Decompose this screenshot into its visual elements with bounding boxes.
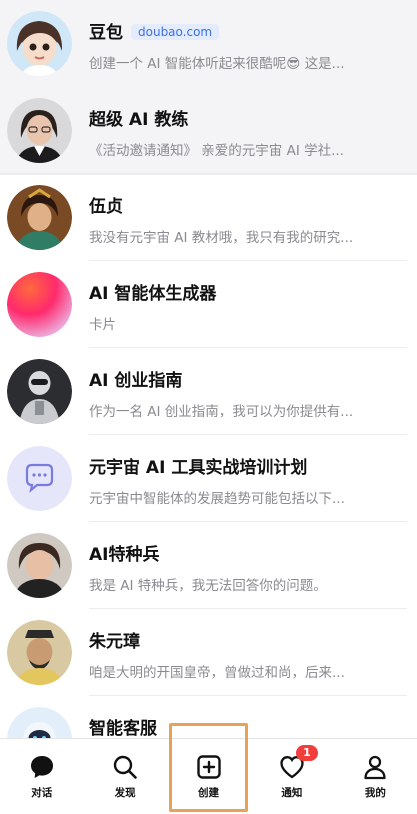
avatar-wuzhen: [7, 185, 72, 250]
chat-name: 智能客服: [89, 719, 157, 738]
chat-preview: 卡片: [89, 317, 116, 333]
tab-notifications[interactable]: 1 通知: [250, 739, 333, 814]
notification-count-badge: 1: [295, 745, 318, 761]
chat-item-doubao[interactable]: 豆包 doubao.com 创建一个 AI 智能体听起来很酷呢😎 这是...: [0, 0, 417, 87]
chat-preview: 创建一个 AI 智能体听起来很酷呢😎 这是...: [89, 56, 345, 72]
tab-chat[interactable]: 对话: [0, 739, 83, 814]
chat-preview: 我是 AI 特种兵，我无法回答你的问题。: [89, 578, 327, 594]
avatar-ai-special-forces: [7, 533, 72, 598]
person-icon: [361, 753, 389, 781]
chat-preview: 作为一名 AI 创业指南，我可以为你提供有...: [89, 404, 354, 420]
search-icon: [111, 753, 139, 781]
tab-label: 创建: [198, 787, 220, 799]
chat-name: 伍贞: [89, 197, 123, 217]
chat-item-zhu-yuanzhang[interactable]: 朱元璋 咱是大明的开国皇帝，曾做过和尚，后来...: [0, 609, 417, 696]
tab-label: 对话: [31, 787, 53, 799]
chat-item-wuzhen[interactable]: 伍贞 我没有元宇宙 AI 教材哦，我只有我的研究...: [0, 174, 417, 261]
tab-profile[interactable]: 我的: [334, 739, 417, 814]
website-badge[interactable]: doubao.com: [131, 24, 220, 40]
chat-preview: 我没有元宇宙 AI 教材哦，我只有我的研究...: [89, 230, 354, 246]
avatar-ai-startup-guide: [7, 359, 72, 424]
chat-bubble-icon: [28, 753, 56, 781]
chat-item-metaverse-training-plan[interactable]: 元宇宙 AI 工具实战培训计划 元宇宙中智能体的发展趋势可能包括以下...: [0, 435, 417, 522]
chat-item-smart-customer-service[interactable]: 智能客服: [0, 696, 417, 738]
chat-name: 超级 AI 教练: [89, 110, 189, 130]
chat-name: 朱元璋: [89, 632, 140, 652]
chat-name: 豆包 doubao.com: [89, 18, 220, 43]
chat-name: 元宇宙 AI 工具实战培训计划: [89, 458, 308, 478]
avatar-ai-agent-generator: [7, 272, 72, 337]
chat-preview: 咱是大明的开国皇帝，曾做过和尚，后来...: [89, 665, 345, 681]
tab-label: 发现: [114, 787, 136, 799]
chat-name: AI特种兵: [89, 545, 160, 565]
tab-discover[interactable]: 发现: [83, 739, 166, 814]
chat-item-ai-special-forces[interactable]: AI特种兵 我是 AI 特种兵，我无法回答你的问题。: [0, 522, 417, 609]
tab-create[interactable]: 创建: [167, 723, 250, 814]
chat-item-ai-agent-generator[interactable]: AI 智能体生成器 卡片: [0, 261, 417, 348]
tab-label: 通知: [281, 787, 303, 799]
plus-square-icon: [195, 753, 223, 781]
chat-preview: 元宇宙中智能体的发展趋势可能包括以下...: [89, 491, 345, 507]
avatar-zhu-yuanzhang: [7, 620, 72, 685]
chat-preview: 《活动邀请通知》 亲爱的元宇宙 AI 学社...: [89, 143, 344, 159]
tab-label: 我的: [364, 787, 386, 799]
avatar-doubao: [7, 11, 72, 76]
avatar-smart-customer-service: [7, 707, 72, 738]
avatar-super-ai-coach: [7, 98, 72, 163]
bottom-tab-bar: 对话 发现 创建 1 通知 我的: [0, 723, 417, 814]
chat-item-ai-startup-guide[interactable]: AI 创业指南 作为一名 AI 创业指南，我可以为你提供有...: [0, 348, 417, 435]
chat-name: AI 创业指南: [89, 371, 183, 391]
chat-item-super-ai-coach[interactable]: 超级 AI 教练 《活动邀请通知》 亲爱的元宇宙 AI 学社...: [0, 87, 417, 174]
avatar-chat-bubble: [7, 446, 72, 511]
chat-name: AI 智能体生成器: [89, 284, 217, 304]
chat-list: 豆包 doubao.com 创建一个 AI 智能体听起来很酷呢😎 这是... 超级…: [0, 0, 417, 738]
